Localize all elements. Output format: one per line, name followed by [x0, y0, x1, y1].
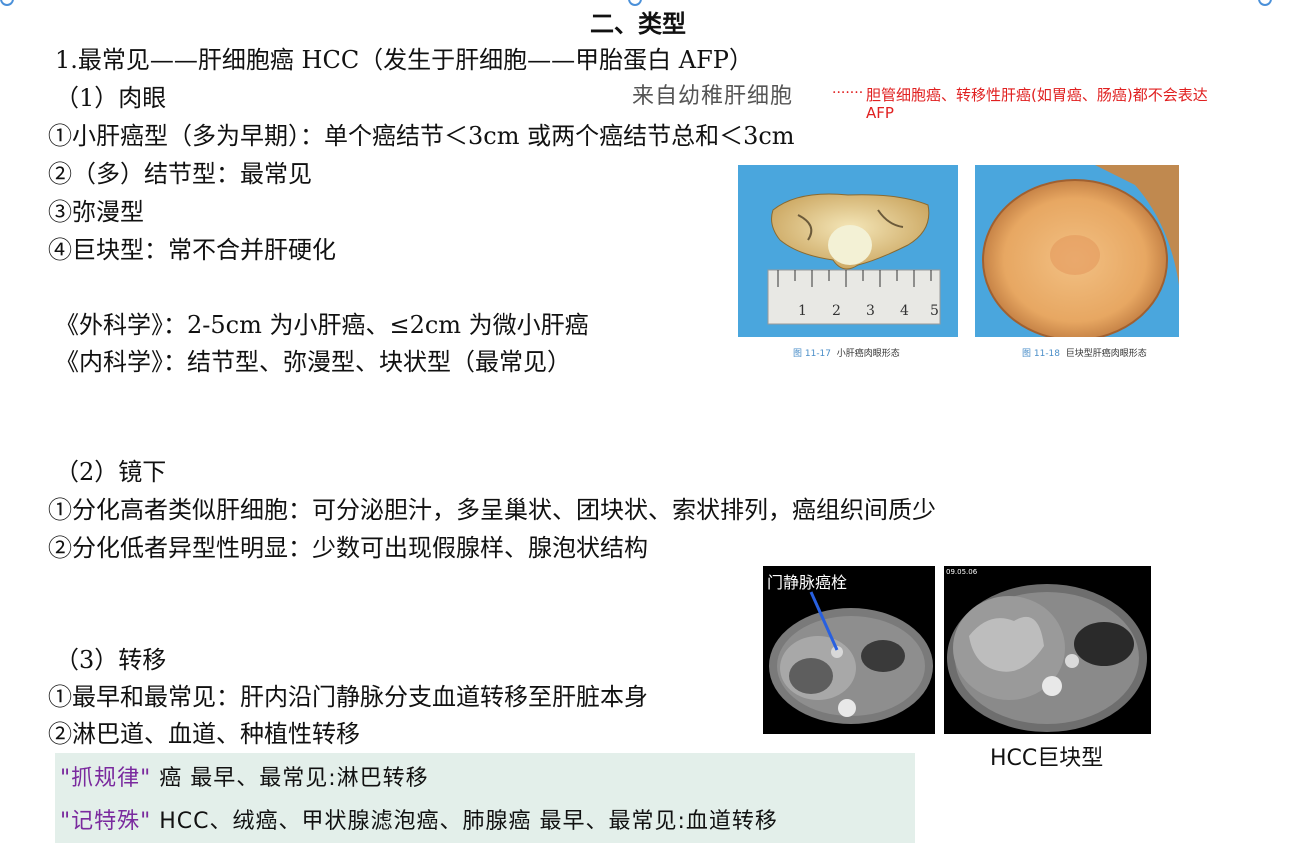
annotation-gray: 来自幼稚肝细胞	[632, 84, 794, 109]
text-line-11: ②分化低者异型性明显：少数可出现假腺样、腺泡状结构	[48, 534, 648, 562]
rule-text: 癌 最早、最常见:淋巴转移	[159, 766, 429, 791]
text-line-9: （2）镜下	[55, 458, 167, 486]
ruler-tick-3: 3	[866, 303, 875, 319]
ct-hcc-massive: 09.05.06	[944, 566, 1151, 734]
text-line-6: ④巨块型：常不合并肝硬化	[48, 236, 336, 264]
special-keyword: "记特殊"	[60, 809, 152, 834]
text-line-1: 1.最常见——肝细胞癌 HCC（发生于肝细胞——甲胎蛋白 AFP）	[55, 46, 753, 74]
figure-caption-1: 图 11-17 小肝癌肉眼形态	[793, 349, 900, 359]
highlight-line-1: "抓规律" 癌 最早、最常见:淋巴转移	[60, 760, 429, 792]
text-line-10: ①分化高者类似肝细胞：可分泌胆汁，多呈巢状、团块状、索状排列，癌组织间质少	[48, 496, 936, 524]
selection-handle-left[interactable]	[0, 0, 14, 6]
ct-label: 门静脉癌栓	[767, 573, 848, 592]
text-line-4: ②（多）结节型：最常见	[48, 160, 312, 188]
figure-caption-2: 图 11-18 巨块型肝癌肉眼形态	[1022, 349, 1147, 359]
text-line-12: （3）转移	[55, 646, 167, 674]
text-line-8: 《内科学》：结节型、弥漫型、块状型（最常见）	[55, 348, 571, 376]
ct-portal-vein-thrombus: 门静脉癌栓	[763, 566, 935, 734]
selection-handle-right[interactable]	[1258, 0, 1272, 6]
small-liver-cancer-photo: 1 2 3 4 5	[738, 165, 958, 337]
page-title: 二、类型	[590, 9, 686, 38]
ruler-tick-5: 5	[930, 303, 939, 319]
ct-date: 09.05.06	[946, 568, 978, 576]
massive-liver-cancer-photo	[975, 165, 1179, 337]
annotation-red: 胆管细胞癌、转移性肝癌(如胃癌、肠癌)都不会表达	[866, 86, 1208, 104]
annotation-red-afp: AFP	[866, 104, 894, 122]
ruler-tick-2: 2	[832, 303, 841, 319]
annotation-dots: ·······	[832, 85, 864, 101]
hcc-caption: HCC巨块型	[990, 746, 1104, 771]
ruler-tick-4: 4	[900, 303, 909, 319]
ruler-tick-1: 1	[798, 303, 807, 319]
text-line-5: ③弥漫型	[48, 198, 144, 226]
text-line-7: 《外科学》：2-5cm 为小肝癌、≤2cm 为微小肝癌	[55, 311, 589, 339]
text-line-14: ②淋巴道、血道、种植性转移	[48, 720, 360, 748]
text-line-3: ①小肝癌型（多为早期）：单个癌结节＜3cm 或两个癌结节总和＜3cm	[48, 122, 795, 150]
rule-keyword: "抓规律"	[60, 766, 152, 791]
text-line-13: ①最早和最常见：肝内沿门静脉分支血道转移至肝脏本身	[48, 683, 648, 711]
text-line-2: （1）肉眼	[55, 84, 167, 112]
special-text: HCC、绒癌、甲状腺滤泡癌、肺腺癌 最早、最常见:血道转移	[159, 809, 778, 834]
highlight-line-2: "记特殊" HCC、绒癌、甲状腺滤泡癌、肺腺癌 最早、最常见:血道转移	[60, 803, 778, 835]
